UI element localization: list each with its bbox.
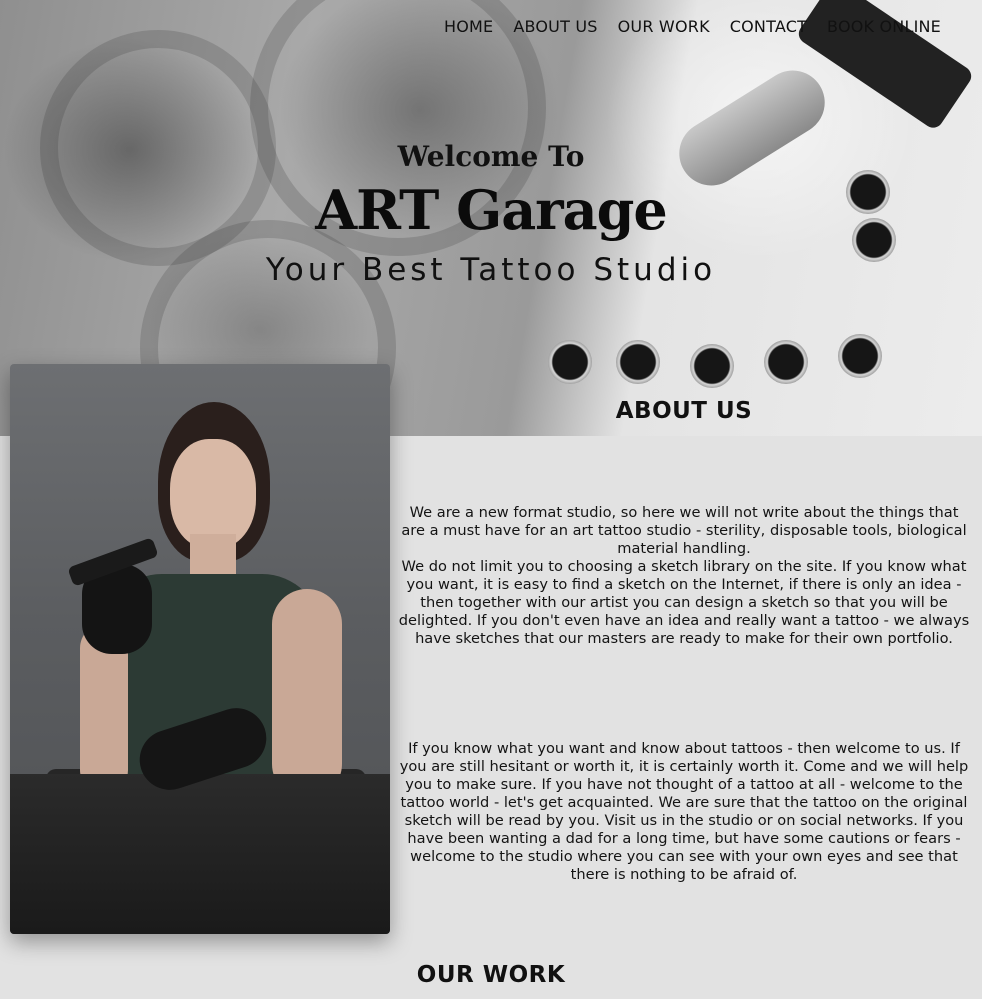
- ink-cap-icon: [548, 340, 592, 384]
- tagline: Your Best Tattoo Studio: [265, 252, 717, 288]
- main-navigation: HOME ABOUT US OUR WORK CONTACT BOOK ONLI…: [444, 17, 941, 36]
- about-paragraph-3: If you know what you want and know about…: [399, 740, 969, 883]
- ink-cap-icon: [838, 334, 882, 378]
- our-work-heading: OUR WORK: [416, 962, 566, 988]
- tattoo-chair-base: [10, 774, 390, 934]
- tattoo-grip-icon: [667, 58, 837, 198]
- artist-face: [170, 439, 256, 549]
- about-us-heading: ABOUT US: [615, 398, 753, 424]
- welcome-heading: Welcome To: [397, 140, 585, 173]
- artist-photo: [10, 364, 390, 934]
- ink-cap-icon: [764, 340, 808, 384]
- nav-book-online-link[interactable]: BOOK ONLINE: [827, 17, 941, 36]
- nav-about-link[interactable]: ABOUT US: [513, 17, 597, 36]
- brand-title: ART Garage: [315, 178, 667, 242]
- nav-contact-link[interactable]: CONTACT: [730, 17, 807, 36]
- nav-home-link[interactable]: HOME: [444, 17, 493, 36]
- ink-cap-icon: [690, 344, 734, 388]
- about-paragraph-2: We do not limit you to choosing a sketch…: [398, 558, 970, 647]
- artist-tattooed-arm: [272, 589, 342, 799]
- nav-our-work-link[interactable]: OUR WORK: [618, 17, 710, 36]
- ink-cap-icon: [616, 340, 660, 384]
- about-paragraph-1: We are a new format studio, so here we w…: [401, 504, 967, 557]
